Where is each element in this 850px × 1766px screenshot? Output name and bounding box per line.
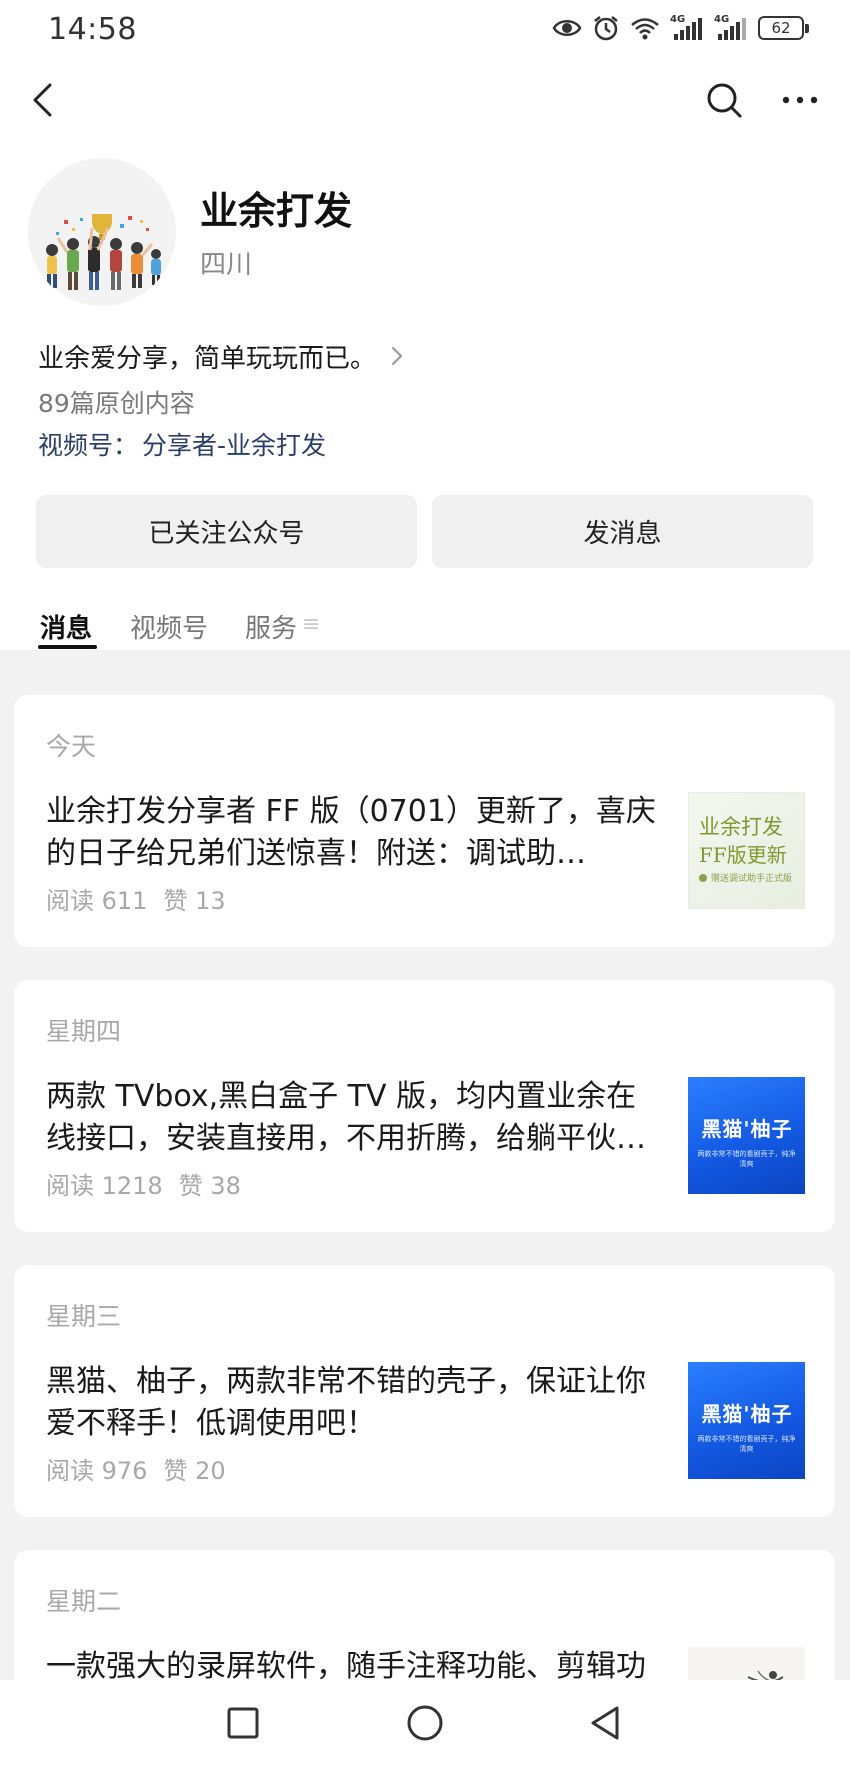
thumb-line-2: 两款非常不错的看剧壳子，纯净清爽: [697, 1435, 796, 1453]
read-count: 阅读 611: [46, 887, 148, 915]
search-icon[interactable]: [700, 76, 748, 124]
back-arrow-icon[interactable]: [18, 76, 66, 124]
article-date: 今天: [46, 732, 97, 761]
avatar[interactable]: [28, 158, 176, 306]
article-date: 星期三: [46, 1302, 122, 1331]
thumb-line-1: 黑猫'柚子: [701, 1117, 793, 1141]
read-count: 阅读 976: [46, 1457, 148, 1485]
tab-bar: 消息 视频号 服务: [0, 600, 850, 650]
square-icon[interactable]: [218, 1698, 268, 1748]
thumb-line-2: FF版更新: [699, 843, 787, 867]
like-count: 赞 20: [163, 1457, 226, 1485]
article-card[interactable]: 今天 业余打发分享者 FF 版（0701）更新了，喜庆的日子给兄弟们送惊喜！附送…: [14, 695, 835, 947]
bio-text: 业余爱分享，简单玩玩而已。: [38, 343, 377, 374]
circle-icon[interactable]: [400, 1698, 450, 1748]
avatar-illustration: [28, 158, 176, 306]
article-title[interactable]: 黑猫、柚子，两款非常不错的壳子，保证让你爱不释手！低调使用吧！: [46, 1361, 666, 1445]
article-feed[interactable]: 今天 业余打发分享者 FF 版（0701）更新了，喜庆的日子给兄弟们送惊喜！附送…: [0, 650, 850, 1680]
video-channel-link[interactable]: 视频号： 分享者-业余打发: [38, 426, 326, 462]
article-title[interactable]: 一款强大的录屏软件，随手注释功能、剪辑功: [46, 1646, 666, 1680]
article-thumbnail[interactable]: 黑猫'柚子 两款非常不错的看剧壳子，纯净清爽: [688, 1077, 805, 1194]
thumb-line-2: 两款非常不错的看剧壳子，纯净清爽: [697, 1150, 796, 1168]
article-card[interactable]: 星期三 黑猫、柚子，两款非常不错的壳子，保证让你爱不释手！低调使用吧！ 阅读 9…: [14, 1265, 835, 1517]
followed-button[interactable]: 已关注公众号: [36, 495, 417, 568]
battery-icon: 62: [758, 16, 809, 40]
article-date: 星期二: [46, 1587, 122, 1616]
like-count: 赞 13: [163, 887, 226, 915]
article-card[interactable]: 星期二 一款强大的录屏软件，随手注释功能、剪辑功: [14, 1550, 835, 1680]
account-name: 业余打发: [200, 189, 353, 233]
send-message-button[interactable]: 发消息: [432, 495, 813, 568]
article-card[interactable]: 星期四 两款 TVbox,黑白盒子 TV 版，均内置业余在线接口，安装直接用，不…: [14, 980, 835, 1232]
signal-4g-icon-2: 4G: [714, 14, 748, 42]
status-time: 14:58: [48, 12, 137, 47]
article-thumbnail[interactable]: [688, 1647, 805, 1680]
system-navigation-bar: [0, 1680, 850, 1766]
article-date: 星期四: [46, 1017, 122, 1046]
thumb-line-3: 赠送调试助手正式版: [711, 874, 793, 884]
article-title[interactable]: 两款 TVbox,黑白盒子 TV 版，均内置业余在线接口，安装直接用，不用折腾，…: [46, 1076, 666, 1160]
like-count: 赞 38: [178, 1172, 241, 1200]
status-bar: 14:58 4G 4G 62: [0, 0, 850, 56]
services-menu-icon[interactable]: ≡: [302, 612, 320, 637]
tab-messages[interactable]: 消息: [40, 608, 92, 645]
original-count: 89篇原创内容: [38, 389, 195, 418]
thumb-line-3-row: 赠送调试助手正式版: [699, 871, 792, 884]
dot-icon: [699, 873, 707, 882]
video-channel-name: 分享者-业余打发: [142, 431, 327, 460]
article-title[interactable]: 业余打发分享者 FF 版（0701）更新了，喜庆的日子给兄弟们送惊喜！附送：调试…: [46, 791, 666, 875]
article-meta: 阅读 976 赞 20: [46, 1451, 226, 1486]
tab-services[interactable]: 服务: [245, 608, 297, 645]
chevron-right-icon: [391, 346, 403, 366]
status-icons: 4G 4G 62: [552, 10, 809, 46]
eye-icon: [552, 20, 582, 36]
alarm-icon: [594, 16, 618, 41]
article-meta: 阅读 1218 赞 38: [46, 1166, 241, 1201]
tab-video-channel[interactable]: 视频号: [130, 608, 208, 645]
battery-level: 62: [771, 19, 791, 37]
nav-bar: [0, 60, 850, 140]
account-region: 四川: [200, 250, 253, 280]
article-meta: 阅读 611 赞 13: [46, 881, 226, 916]
video-channel-label: 视频号：: [38, 431, 139, 460]
screen: 14:58 4G 4G 62 业余打发 四川 业余爱分享，简单玩玩而已。 89篇…: [0, 0, 850, 1766]
more-icon[interactable]: [772, 76, 828, 124]
bio-row[interactable]: 业余爱分享，简单玩玩而已。: [38, 336, 404, 376]
active-tab-indicator: [38, 645, 97, 649]
thumb-line-1: 业余打发: [699, 815, 783, 839]
thumb-line-1: 黑猫'柚子: [701, 1402, 793, 1426]
read-count: 阅读 1218: [46, 1172, 163, 1200]
wifi-icon: [631, 18, 659, 40]
sketch-illustration: [747, 1670, 784, 1680]
triangle-back-icon[interactable]: [580, 1698, 630, 1748]
article-thumbnail[interactable]: 黑猫'柚子 两款非常不错的看剧壳子，纯净清爽: [688, 1362, 805, 1479]
article-thumbnail[interactable]: 业余打发 FF版更新 赠送调试助手正式版: [688, 792, 805, 909]
signal-4g-icon: 4G: [670, 14, 704, 42]
